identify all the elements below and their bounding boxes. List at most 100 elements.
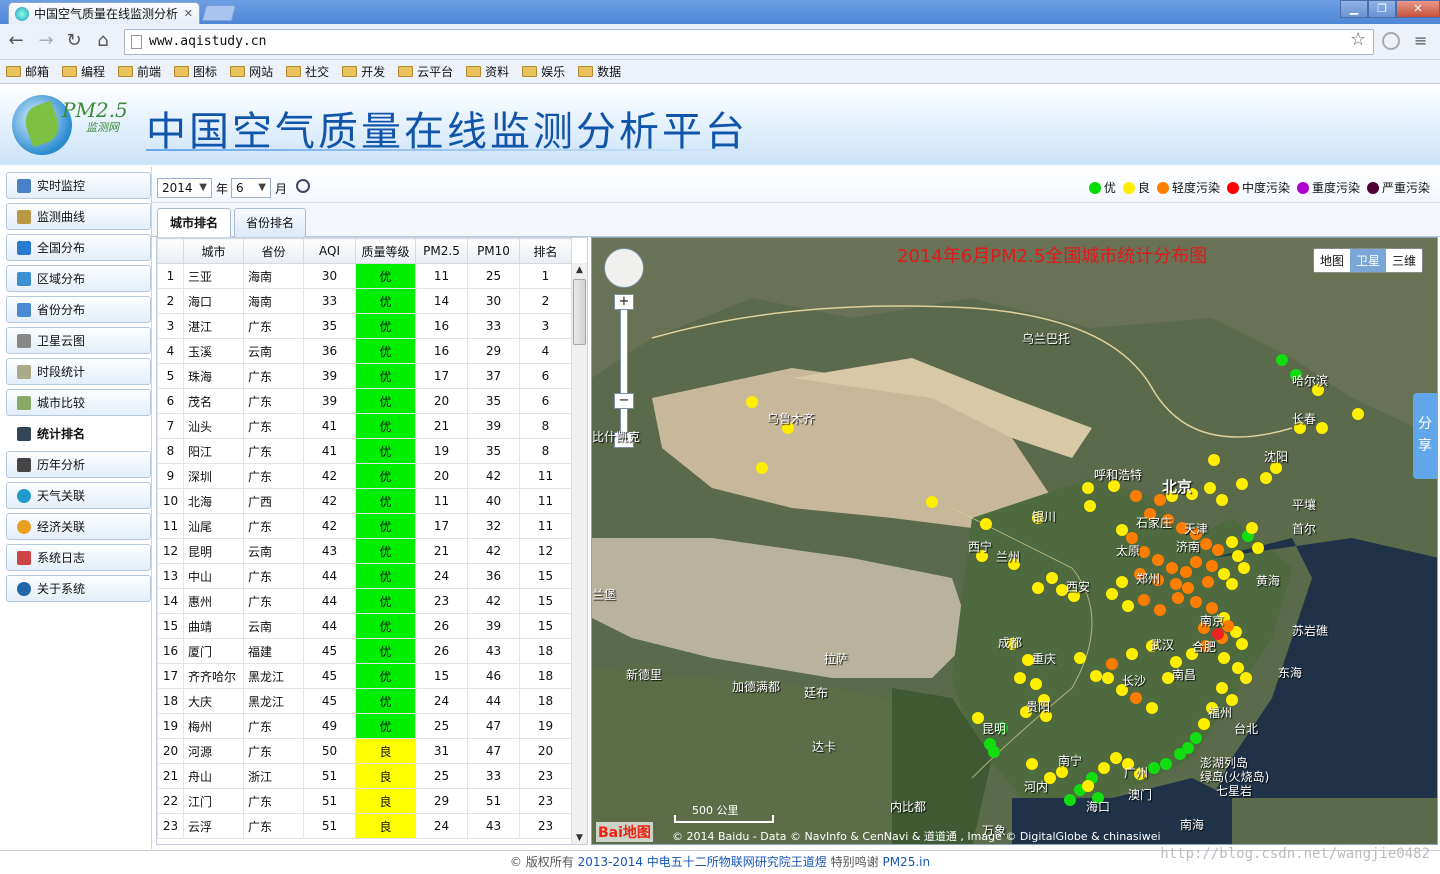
city-marker[interactable] [1174,748,1186,760]
bookmark-star-icon[interactable]: ☆ [1350,29,1366,50]
bookmark-folder[interactable]: 云平台 [398,60,459,83]
city-marker[interactable] [1046,572,1058,584]
pm25-link[interactable]: PM25.in [882,855,930,869]
sidebar-item[interactable]: 统计排名 [6,420,151,447]
city-marker[interactable] [1232,662,1244,674]
city-marker[interactable] [1190,732,1202,744]
city-marker[interactable] [1166,562,1178,574]
city-marker[interactable] [1216,682,1228,694]
city-marker[interactable] [1148,762,1160,774]
table-row[interactable]: 12 昆明 云南 43 优 21 42 12 [157,538,572,564]
city-marker[interactable] [1208,454,1220,466]
map-mode-satellite[interactable]: 卫星 [1349,249,1386,272]
city-marker[interactable] [1236,638,1248,650]
sidebar-item[interactable]: 系统日志 [6,544,151,571]
year-select[interactable]: 2014 ▼ [157,178,212,198]
city-marker[interactable] [1206,560,1218,572]
window-close-icon[interactable]: ✕ [1396,0,1440,18]
city-marker[interactable] [1138,594,1150,606]
city-marker[interactable] [1240,672,1252,684]
month-select[interactable]: 6 ▼ [231,178,271,198]
city-marker[interactable] [980,518,992,530]
bookmark-folder[interactable]: 开发 [342,60,391,83]
sidebar-item[interactable]: 城市比较 [6,389,151,416]
new-tab-button[interactable] [201,5,237,21]
browser-tab[interactable]: 中国空气质量在线监测分析 ✕ [8,2,200,24]
minimize-icon[interactable]: ▁ [1340,0,1368,18]
city-marker[interactable] [1352,408,1364,420]
city-marker[interactable] [926,496,938,508]
city-marker[interactable] [1190,596,1202,608]
table-scrollbar[interactable]: ▲ ▼ [571,263,587,844]
table-row[interactable]: 21 舟山 浙江 51 良 25 33 23 [157,763,572,789]
table-row[interactable]: 4 玉溪 云南 36 优 16 29 4 [157,338,572,364]
bookmark-folder[interactable]: 资料 [466,60,515,83]
bookmark-folder[interactable]: 数据 [578,60,627,83]
map-mode-map[interactable]: 地图 [1314,249,1350,272]
table-row[interactable]: 14 惠州 广东 44 优 23 42 15 [157,588,572,614]
sidebar-item[interactable]: 区域分布 [6,265,151,292]
city-marker[interactable] [1122,600,1134,612]
city-marker[interactable] [1116,576,1128,588]
city-marker[interactable] [1204,482,1216,494]
bookmark-folder[interactable]: 社交 [286,60,335,83]
table-row[interactable]: 17 齐齐哈尔 黑龙江 45 优 15 46 18 [157,663,572,689]
table-row[interactable]: 7 汕头 广东 41 优 21 39 8 [157,413,572,439]
table-row[interactable]: 20 河源 广东 50 良 31 47 20 [157,738,572,764]
map-mode-3d[interactable]: 三维 [1386,249,1422,272]
table-row[interactable]: 18 大庆 黑龙江 45 优 24 44 18 [157,688,572,714]
city-marker[interactable] [1146,702,1158,714]
city-marker[interactable] [1106,588,1118,600]
scroll-thumb[interactable] [573,279,586,345]
city-marker[interactable] [1082,482,1094,494]
zoom-handle[interactable]: − [614,393,634,409]
city-marker[interactable] [1026,758,1038,770]
bookmark-folder[interactable]: 图标 [174,60,223,83]
table-row[interactable]: 15 曲靖 云南 44 优 26 39 15 [157,613,572,639]
city-marker[interactable] [1160,758,1172,770]
city-marker[interactable] [1116,524,1128,536]
table-row[interactable]: 1 三亚 海南 30 优 11 25 1 [157,263,572,289]
city-marker[interactable] [1226,578,1238,590]
city-marker[interactable] [1260,472,1272,484]
city-marker[interactable] [1152,554,1164,566]
sidebar-item[interactable]: 历年分析 [6,451,151,478]
table-row[interactable]: 9 深圳 广东 42 优 20 42 11 [157,463,572,489]
city-marker[interactable] [1238,562,1250,574]
sidebar-item[interactable]: 全国分布 [6,234,151,261]
tab-province-ranking[interactable]: 省份排名 [234,208,306,237]
table-row[interactable]: 6 茂名 广东 39 优 20 35 6 [157,388,572,414]
column-header[interactable]: 省份 [243,238,304,264]
city-marker[interactable] [1126,648,1138,660]
sidebar-item[interactable]: 实时监控 [6,172,151,199]
reload-icon[interactable]: ↻ [64,32,84,52]
city-marker[interactable] [1064,794,1076,806]
column-header[interactable]: 排名 [519,238,572,264]
city-marker[interactable] [1082,780,1094,792]
table-row[interactable]: 10 北海 广西 42 优 11 40 11 [157,488,572,514]
restore-icon[interactable]: ❐ [1368,0,1396,18]
city-marker[interactable] [1170,578,1182,590]
zoom-in-icon[interactable]: + [614,294,634,310]
map-panel[interactable]: 2014年6月PM2.5全国城市统计分布图 地图 卫星 三维 + − − 乌兰巴… [591,237,1438,845]
column-header[interactable]: 质量等级 [355,238,416,264]
city-marker[interactable] [1182,582,1194,594]
sidebar-item[interactable]: 关于系统 [6,575,151,602]
zoom-slider[interactable] [620,294,628,434]
city-marker[interactable] [1074,652,1086,664]
table-row[interactable]: 11 汕尾 广东 42 优 17 32 11 [157,513,572,539]
city-marker[interactable] [1030,678,1042,690]
share-button[interactable]: 分享 [1413,393,1437,479]
sidebar-item[interactable]: 时段统计 [6,358,151,385]
bookmark-folder[interactable]: 邮箱 [6,60,55,83]
column-header[interactable]: 城市 [183,238,244,264]
city-marker[interactable] [1130,490,1142,502]
scroll-up-icon[interactable]: ▲ [572,263,587,278]
city-marker[interactable] [1216,494,1228,506]
city-marker[interactable] [1130,692,1142,704]
city-marker[interactable] [1032,582,1044,594]
forward-icon[interactable]: → [36,32,56,52]
sidebar-item[interactable]: 省份分布 [6,296,151,323]
menu-icon[interactable]: ≡ [1414,33,1430,50]
column-header[interactable]: PM2.5 [415,238,468,264]
